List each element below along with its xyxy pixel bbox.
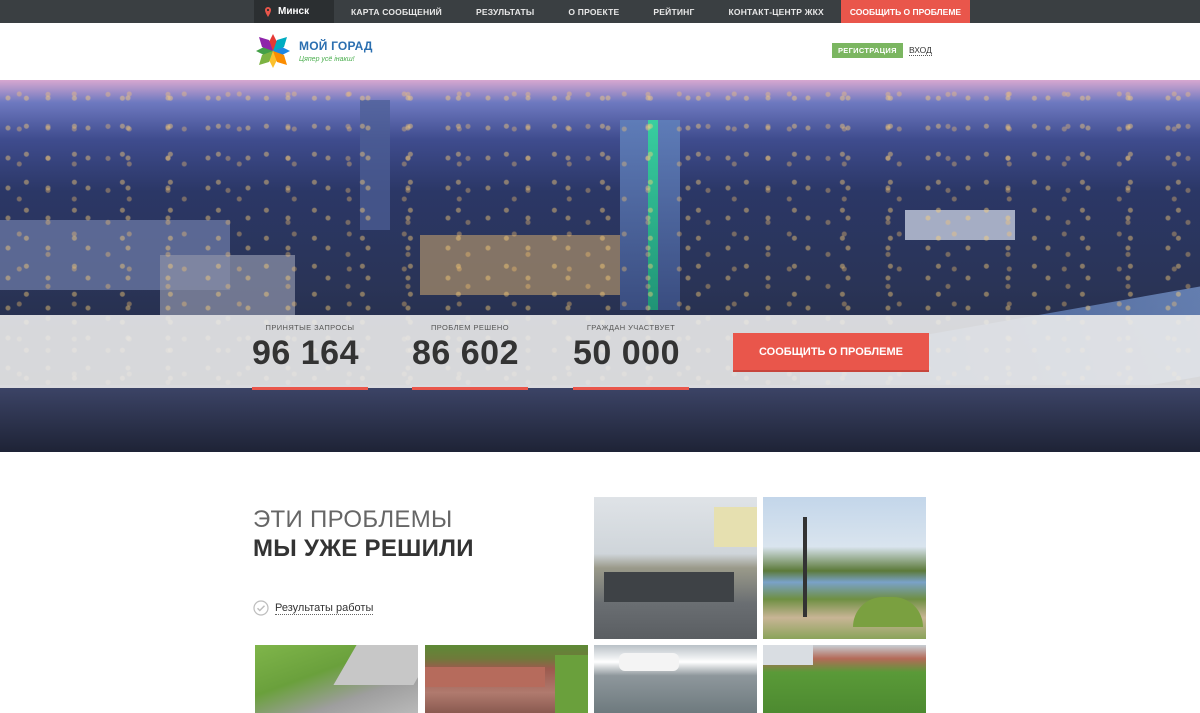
- site-header: МОЙ ГОРАД Цяпер усё інакш! РЕГИСТРАЦИЯ В…: [0, 23, 1200, 80]
- nav-item-contact-center[interactable]: КОНТАКТ-ЦЕНТР ЖКХ: [712, 0, 841, 23]
- logo-icon[interactable]: [254, 32, 292, 70]
- stat-solved: ПРОБЛЕМ РЕШЕНО 86 602: [412, 323, 528, 390]
- stat-underline: [252, 387, 368, 390]
- section-title-bold: МЫ УЖЕ РЕШИЛИ: [253, 535, 474, 562]
- login-link[interactable]: ВХОД: [909, 45, 932, 56]
- results-link-label: Результаты работы: [275, 601, 374, 615]
- stat-value: 96 164: [252, 334, 359, 372]
- stats-bar: ПРИНЯТЫЕ ЗАПРОСЫ 96 164 ПРОБЛЕМ РЕШЕНО 8…: [0, 315, 1200, 390]
- photo-detail: [763, 645, 813, 665]
- city-name: Минск: [278, 6, 310, 17]
- stat-underline: [412, 387, 528, 390]
- nav-item-rating[interactable]: РЕЙТИНГ: [636, 0, 711, 23]
- photo-detail: [803, 517, 807, 617]
- top-navigation: Минск КАРТА СООБЩЕНИЙ РЕЗУЛЬТАТЫ О ПРОЕК…: [0, 0, 1200, 23]
- solved-photo[interactable]: [594, 497, 757, 639]
- solved-photo[interactable]: [763, 497, 926, 639]
- stat-citizens: ГРАЖДАН УЧАСТВУЕТ 50 000: [573, 323, 689, 390]
- stat-label: ПРИНЯТЫЕ ЗАПРОСЫ: [265, 323, 355, 332]
- stat-label: ГРАЖДАН УЧАСТВУЕТ: [586, 323, 676, 332]
- report-problem-button[interactable]: СООБЩИТЬ О ПРОБЛЕМЕ: [733, 333, 929, 370]
- check-circle-icon: [253, 600, 269, 616]
- city-selector[interactable]: Минск: [254, 0, 334, 23]
- nav-item-about[interactable]: О ПРОЕКТЕ: [551, 0, 636, 23]
- photo-detail: [853, 597, 923, 627]
- photo-detail: [604, 572, 734, 602]
- solved-photo[interactable]: [255, 645, 418, 713]
- photo-detail: [333, 645, 418, 685]
- location-pin-icon: [265, 6, 271, 17]
- solved-photo[interactable]: [425, 645, 588, 713]
- solved-photo[interactable]: [594, 645, 757, 713]
- register-button[interactable]: РЕГИСТРАЦИЯ: [832, 43, 903, 58]
- stat-requests: ПРИНЯТЫЕ ЗАПРОСЫ 96 164: [252, 323, 368, 390]
- photo-detail: [714, 507, 757, 547]
- stat-underline: [573, 387, 689, 390]
- hero-foreground: [0, 385, 1200, 452]
- nav-report-problem-button[interactable]: СООБЩИТЬ О ПРОБЛЕМЕ: [840, 0, 971, 23]
- section-title-light: ЭТИ ПРОБЛЕМЫ: [253, 506, 453, 533]
- photo-detail: [425, 667, 545, 687]
- stat-value: 50 000: [573, 334, 680, 372]
- nav-item-map[interactable]: КАРТА СООБЩЕНИЙ: [334, 0, 459, 23]
- logo-title[interactable]: МОЙ ГОРАД: [299, 39, 373, 53]
- top-navigation-items: Минск КАРТА СООБЩЕНИЙ РЕЗУЛЬТАТЫ О ПРОЕК…: [254, 0, 971, 23]
- hero-city-image: ПРИНЯТЫЕ ЗАПРОСЫ 96 164 ПРОБЛЕМ РЕШЕНО 8…: [0, 80, 1200, 452]
- stat-label: ПРОБЛЕМ РЕШЕНО: [431, 323, 509, 332]
- nav-item-results[interactable]: РЕЗУЛЬТАТЫ: [459, 0, 551, 23]
- photo-detail: [555, 655, 588, 713]
- stat-value: 86 602: [412, 334, 519, 372]
- solved-photo[interactable]: [763, 645, 926, 713]
- results-link[interactable]: Результаты работы: [253, 600, 374, 616]
- logo-subtitle: Цяпер усё інакш!: [299, 56, 355, 63]
- photo-detail: [619, 653, 679, 671]
